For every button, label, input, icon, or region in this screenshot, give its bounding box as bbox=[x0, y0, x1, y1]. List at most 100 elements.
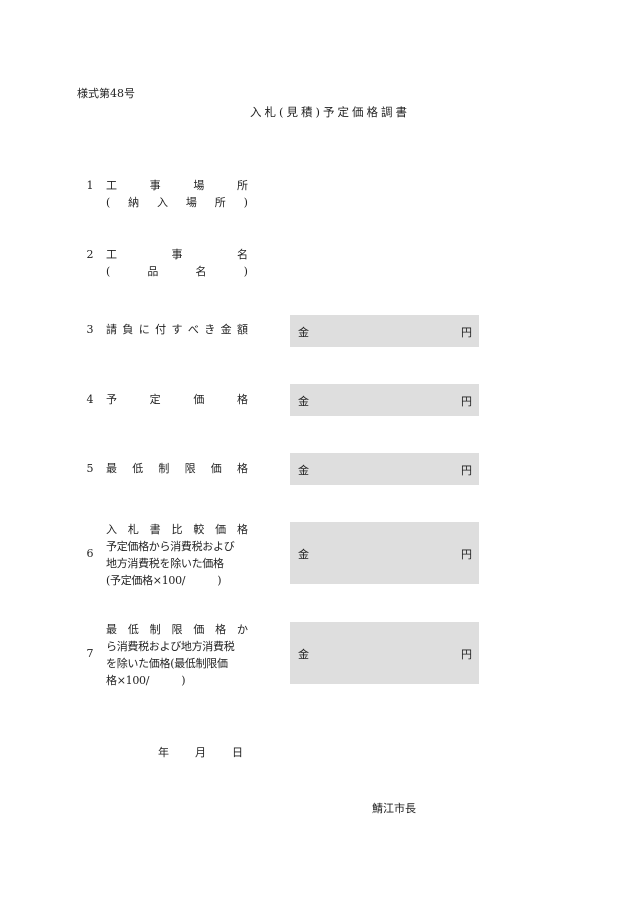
label-char: 工 bbox=[106, 179, 117, 192]
label-char: 比 bbox=[171, 523, 183, 536]
label-char: 場 bbox=[185, 196, 197, 209]
amount-field-5[interactable]: 金 円 bbox=[290, 453, 479, 485]
item-number-5: 5 bbox=[86, 462, 94, 475]
item-7-line-1: 最低制限価格か bbox=[106, 621, 248, 638]
label-char: 書 bbox=[149, 523, 161, 536]
label-char: ) bbox=[243, 196, 248, 209]
item-1-line-2: ( 納 入 場 所) bbox=[106, 194, 248, 211]
form-number: 様式第48号 bbox=[77, 87, 135, 100]
label-char: 価 bbox=[210, 462, 222, 475]
item-label-2: 工事名 (品名) bbox=[106, 246, 248, 280]
label-char: 付 bbox=[155, 323, 167, 336]
amount-suffix-3: 円 bbox=[461, 326, 472, 339]
amount-suffix-7: 円 bbox=[461, 648, 472, 661]
date-line: 年 月 日 bbox=[158, 744, 243, 760]
label-char: 格 bbox=[215, 623, 227, 636]
label-char: 工 bbox=[106, 248, 117, 261]
label-char: か bbox=[236, 623, 248, 636]
item-label-5: 最低制限価格 bbox=[106, 460, 248, 477]
label-char: ( bbox=[106, 196, 111, 209]
item-6-line-2: 予定価格から消費税および bbox=[106, 540, 235, 553]
item-label-1: 工事場所 (納入場所) bbox=[106, 177, 248, 211]
label-char: 事 bbox=[171, 248, 183, 261]
amount-suffix-6: 円 bbox=[461, 548, 472, 561]
date-year-label: 年 bbox=[158, 746, 169, 759]
date-day-label: 日 bbox=[232, 746, 243, 759]
label-char: 格 bbox=[236, 462, 248, 475]
label-char: 品 bbox=[147, 265, 159, 278]
label-char: 札 bbox=[127, 523, 139, 536]
label-char: 予 bbox=[106, 393, 117, 406]
item-number-3: 3 bbox=[86, 323, 94, 336]
item-5-line-1: 最低制限価格 bbox=[106, 460, 248, 477]
label-char: 入 bbox=[157, 196, 169, 209]
amount-field-3[interactable]: 金 円 bbox=[290, 315, 479, 347]
item-6-line-3: 地方消費税を除いた価格 bbox=[106, 557, 224, 570]
label-char: 事 bbox=[149, 179, 161, 192]
label-char: 価 bbox=[193, 623, 205, 636]
label-char: に bbox=[138, 323, 150, 336]
label-char: 負 bbox=[122, 323, 134, 336]
amount-suffix-5: 円 bbox=[461, 464, 472, 477]
item-label-6: 入札書比較価格 予定価格から消費税および 地方消費税を除いた価格 (予定価格×1… bbox=[106, 521, 248, 589]
signer-title: 鯖江市長 bbox=[372, 802, 416, 815]
date-month-label: 月 bbox=[195, 746, 206, 759]
item-number-4: 4 bbox=[86, 393, 94, 406]
item-number-2: 2 bbox=[86, 248, 94, 261]
amount-field-4[interactable]: 金 円 bbox=[290, 384, 479, 416]
label-char: 制 bbox=[149, 623, 161, 636]
label-char: 格 bbox=[236, 523, 248, 536]
item-2-line-2: ( 品 名) bbox=[106, 263, 248, 280]
item-4-line-1: 予定価格 bbox=[106, 391, 248, 408]
label-char: べ bbox=[187, 323, 199, 336]
item-6-line-1: 入札書比較価格 bbox=[106, 521, 248, 538]
item-number-6: 6 bbox=[86, 547, 94, 560]
amount-prefix-7: 金 bbox=[298, 648, 309, 661]
amount-field-7[interactable]: 金 円 bbox=[290, 622, 479, 684]
label-char: 格 bbox=[236, 393, 248, 406]
label-char: 限 bbox=[184, 462, 196, 475]
item-number-7: 7 bbox=[86, 647, 94, 660]
item-label-4: 予定価格 bbox=[106, 391, 248, 408]
label-char: 最 bbox=[106, 623, 117, 636]
label-char: 価 bbox=[215, 523, 227, 536]
label-char: き bbox=[204, 323, 216, 336]
label-char: ) bbox=[243, 265, 248, 278]
amount-prefix-5: 金 bbox=[298, 464, 309, 477]
item-7-line-2: ら消費税および地方消費税 bbox=[106, 640, 235, 653]
label-char: 較 bbox=[193, 523, 205, 536]
item-7-line-4: 格×100/ ) bbox=[106, 674, 186, 687]
item-6-line-4: (予定価格×100/ ) bbox=[106, 574, 222, 587]
label-char: 制 bbox=[158, 462, 170, 475]
label-char: ( bbox=[106, 265, 111, 278]
label-char: 金 bbox=[220, 323, 232, 336]
item-1-line-1: 工事場所 bbox=[106, 177, 248, 194]
amount-prefix-4: 金 bbox=[298, 395, 309, 408]
document-title: 入札(見積)予定価格調書 bbox=[250, 105, 410, 119]
label-char: す bbox=[171, 323, 183, 336]
item-number-1: 1 bbox=[86, 179, 94, 192]
label-char: 入 bbox=[106, 523, 117, 536]
label-char: 定 bbox=[149, 393, 161, 406]
item-7-line-3: を除いた価格(最低制限価 bbox=[106, 657, 228, 670]
label-char: 納 bbox=[128, 196, 140, 209]
label-char: 所 bbox=[236, 179, 248, 192]
label-char: 低 bbox=[132, 462, 144, 475]
amount-prefix-3: 金 bbox=[298, 326, 309, 339]
label-char: 低 bbox=[127, 623, 139, 636]
label-char: 価 bbox=[193, 393, 205, 406]
label-char: 最 bbox=[106, 462, 117, 475]
label-char: 名 bbox=[195, 265, 207, 278]
label-char: 限 bbox=[171, 623, 183, 636]
item-label-7: 最低制限価格か ら消費税および地方消費税 を除いた価格(最低制限価 格×100/… bbox=[106, 621, 248, 689]
item-2-line-1: 工事名 bbox=[106, 246, 248, 263]
amount-field-6[interactable]: 金 円 bbox=[290, 522, 479, 584]
item-3-line-1: 請負に付すべき金額 bbox=[106, 321, 248, 338]
amount-suffix-4: 円 bbox=[461, 395, 472, 408]
item-label-3: 請負に付すべき金額 bbox=[106, 321, 248, 338]
label-char: 所 bbox=[214, 196, 226, 209]
label-char: 額 bbox=[237, 323, 248, 336]
label-char: 場 bbox=[193, 179, 205, 192]
amount-prefix-6: 金 bbox=[298, 548, 309, 561]
label-char: 名 bbox=[237, 248, 248, 261]
